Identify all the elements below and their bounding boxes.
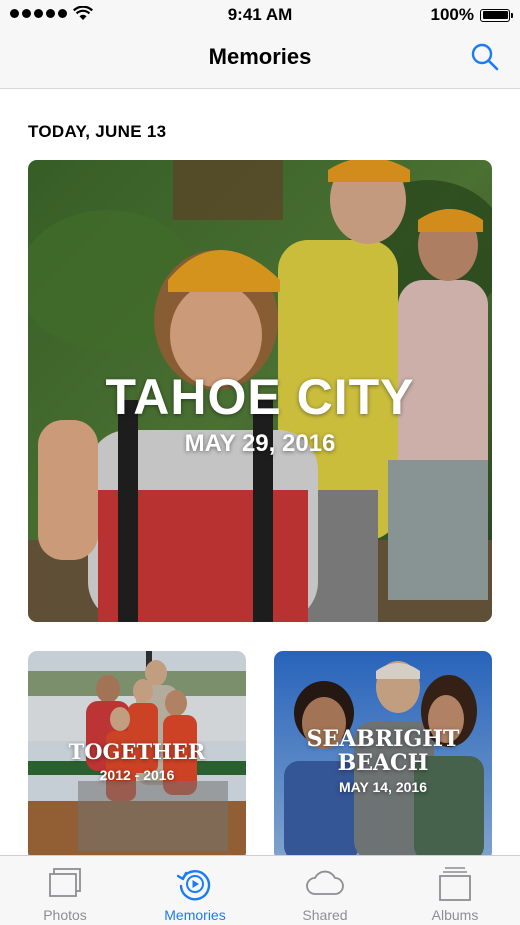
photos-icon — [49, 868, 81, 897]
memory-card-tahoe-city[interactable]: TAHOE CITY MAY 29, 2016 — [28, 160, 492, 622]
tab-label: Albums — [431, 907, 479, 923]
status-bar: 9:41 AM 100% — [0, 0, 520, 30]
memory-card-together[interactable]: TOGETHER 2012 - 2016 — [28, 651, 246, 861]
memory-date: MAY 14, 2016 — [339, 779, 427, 795]
tab-label: Memories — [164, 907, 226, 923]
tab-label: Shared — [302, 907, 348, 923]
battery-icon — [480, 8, 513, 22]
albums-icon — [439, 867, 471, 901]
navigation-bar: Memories — [0, 30, 520, 89]
search-icon[interactable] — [470, 42, 500, 72]
memory-date: 2012 - 2016 — [99, 767, 175, 783]
tab-photos[interactable]: Photos — [10, 856, 120, 925]
tab-shared[interactable]: Shared — [270, 856, 380, 925]
memory-title: SEABRIGHT BEACH — [306, 726, 460, 776]
tab-memories[interactable]: Memories — [140, 856, 250, 925]
memory-date: MAY 29, 2016 — [184, 430, 336, 457]
tab-label: Photos — [43, 907, 87, 923]
battery-group: 100% — [430, 5, 513, 25]
page-title: Memories — [208, 44, 312, 69]
tab-bar: Photos Memories Shared Albums — [0, 855, 520, 925]
tab-albums[interactable]: Albums — [400, 856, 510, 925]
section-header: TODAY, JUNE 13 — [28, 122, 167, 141]
battery-fill — [482, 11, 508, 19]
cloud-icon — [306, 870, 344, 895]
memory-title: TOGETHER — [68, 739, 206, 764]
memory-title: TAHOE CITY — [105, 369, 415, 425]
battery-percentage: 100% — [430, 5, 474, 24]
memories-icon — [176, 870, 211, 901]
memory-card-seabright-beach[interactable]: SEABRIGHT BEACH MAY 14, 2016 — [274, 651, 492, 861]
